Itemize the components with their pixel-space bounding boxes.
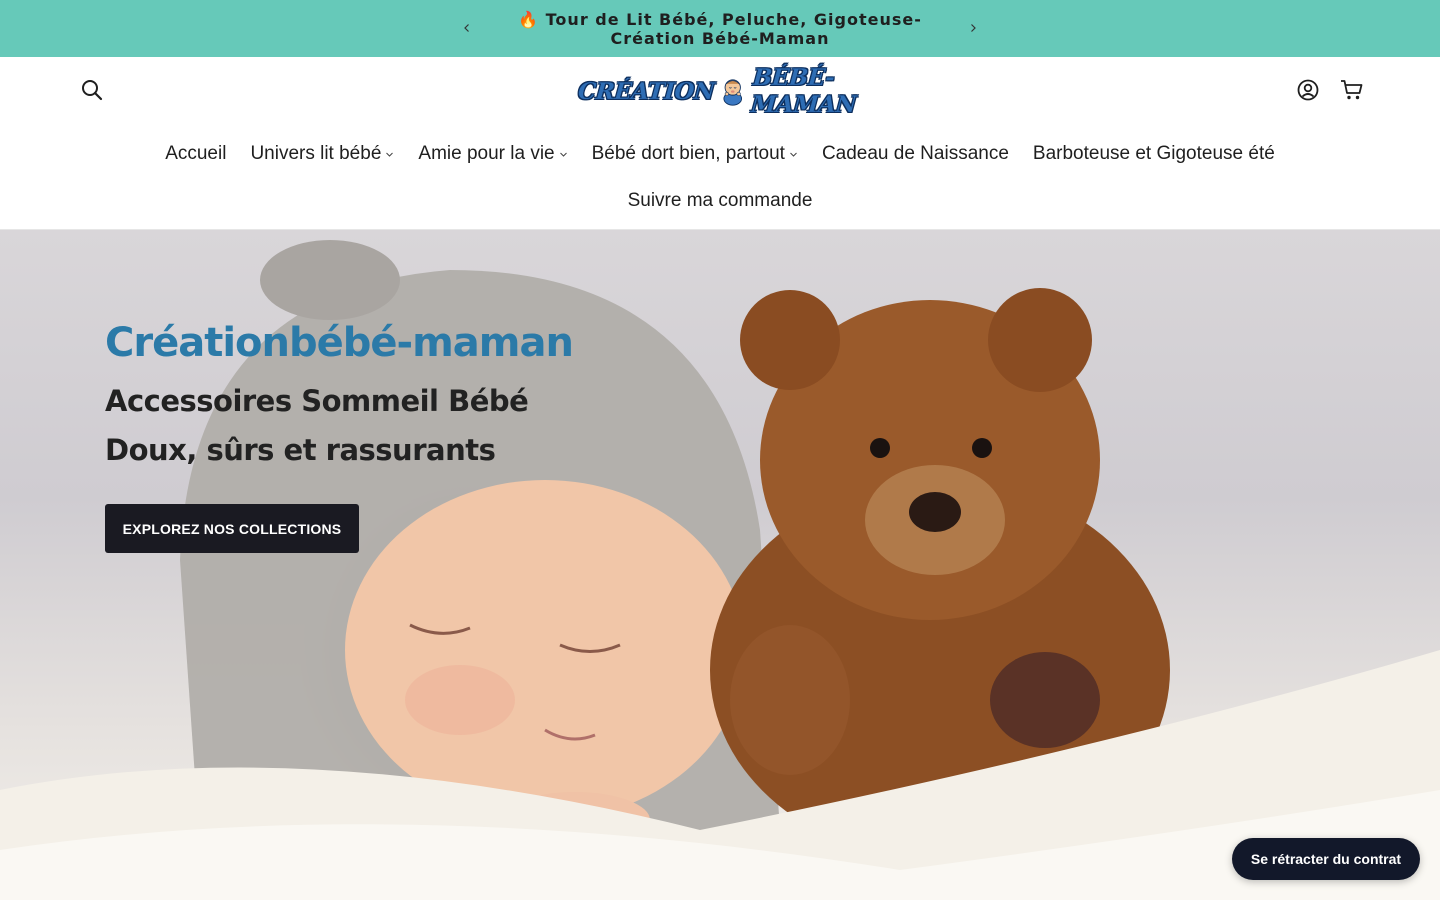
nav-item-label: Accueil (165, 143, 227, 164)
chevron-down-icon (790, 152, 797, 157)
nav-item-label: Univers lit bébé (250, 143, 382, 164)
hero-subtitle-line-2: Doux, sûrs et rassurants (105, 433, 496, 467)
baby-mascot-icon (723, 79, 743, 106)
retract-contract-button[interactable]: Se rétracter du contrat (1232, 838, 1420, 880)
hero-subtitle-line-1: Accessoires Sommeil Bébé (105, 384, 529, 418)
nav-item-label: Amie pour la vie (418, 143, 555, 164)
cart-icon (1341, 80, 1363, 100)
nav-item-barboteuse-gigoteuse[interactable]: Barboteuse et Gigoteuse été (1021, 143, 1287, 165)
chevron-right-icon (971, 24, 976, 32)
fire-icon: 🔥 (518, 9, 540, 29)
nav-row-1: Accueil Univers lit bébé Amie pour la vi… (0, 135, 1440, 173)
hero-brand-title: Créationbébé-maman (105, 320, 574, 366)
hero-content: Créationbébé-maman Accessoires Sommeil B… (105, 318, 574, 475)
logo-right-word: BÉBÉ-MAMAN (750, 64, 858, 118)
cart-button[interactable] (1337, 75, 1367, 105)
nav-item-suivre-ma-commande[interactable]: Suivre ma commande (616, 190, 825, 212)
logo-left-word: CRÉATION (577, 77, 716, 105)
nav-item-label: Bébé dort bien, partout (591, 143, 785, 164)
nav-item-amie-pour-la-vie[interactable]: Amie pour la vie (406, 143, 579, 165)
announcement-text-block: 🔥 Tour de Lit Bébé, Peluche, Gigoteuse-C… (485, 10, 955, 48)
previous-announcement-button[interactable] (458, 19, 476, 37)
nav-item-cadeau-de-naissance[interactable]: Cadeau de Naissance (810, 143, 1021, 165)
nav-item-univers-lit-bebe[interactable]: Univers lit bébé (238, 143, 406, 165)
chevron-left-icon (464, 24, 469, 32)
nav-item-label: Suivre ma commande (627, 190, 813, 211)
main-navigation: Accueil Univers lit bébé Amie pour la vi… (0, 135, 1440, 220)
nav-item-accueil[interactable]: Accueil (153, 143, 238, 165)
hero-banner: Créationbébé-maman Accessoires Sommeil B… (0, 230, 1440, 900)
chevron-down-icon (386, 152, 394, 157)
announcement-bar: 🔥 Tour de Lit Bébé, Peluche, Gigoteuse-C… (0, 0, 1440, 57)
explore-collections-button[interactable]: EXPLOREZ NOS COLLECTIONS (105, 504, 359, 553)
nav-item-label: Cadeau de Naissance (821, 143, 1009, 164)
site-header: CRÉATION BÉBÉ-MAMAN Accueil Univers lit … (0, 57, 1440, 230)
user-account-icon (1297, 79, 1319, 101)
site-logo[interactable]: CRÉATION BÉBÉ-MAMAN (577, 64, 862, 118)
announcement-text: Tour de Lit Bébé, Peluche, Gigoteuse-Cré… (545, 9, 922, 48)
search-icon (82, 80, 103, 101)
next-announcement-button[interactable] (964, 19, 982, 37)
account-button[interactable] (1293, 75, 1323, 105)
chevron-down-icon (559, 152, 567, 157)
nav-row-2: Suivre ma commande (0, 182, 1440, 220)
nav-item-bebe-dort-bien[interactable]: Bébé dort bien, partout (580, 143, 810, 165)
nav-item-label: Barboteuse et Gigoteuse été (1032, 143, 1275, 164)
search-button[interactable] (77, 75, 107, 105)
